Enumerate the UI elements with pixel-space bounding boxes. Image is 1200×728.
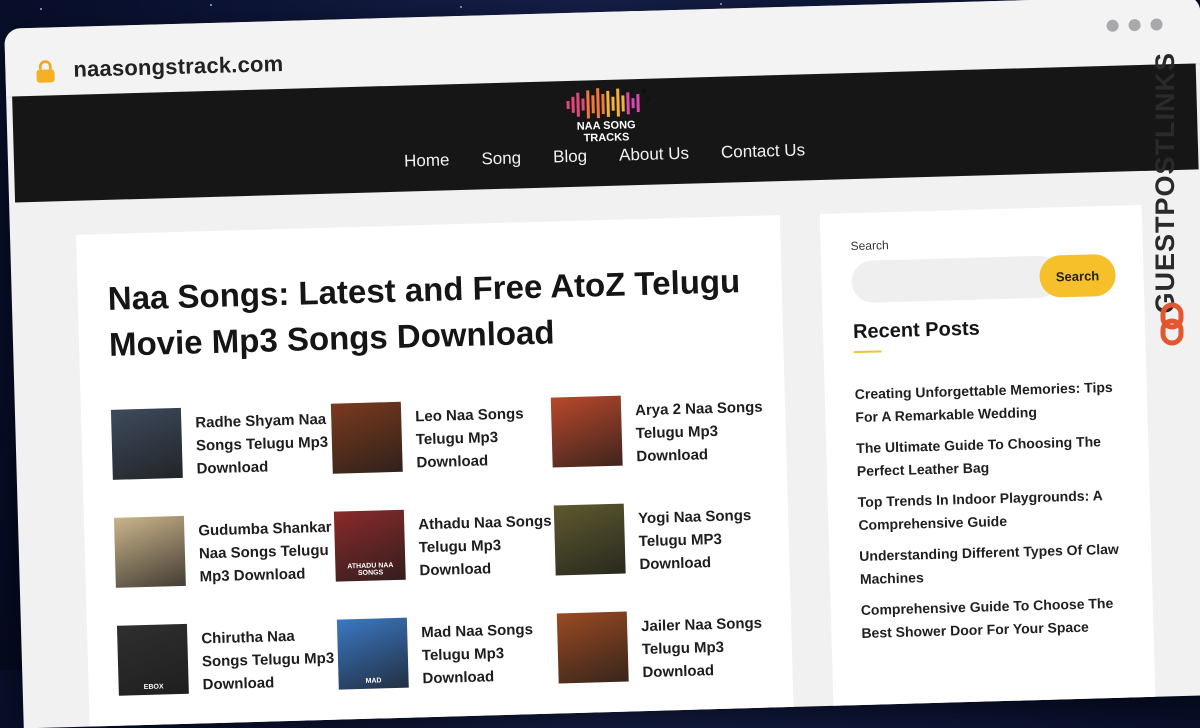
- thumbnail-label: ATHADU NAA SONGS: [347, 562, 394, 578]
- address-bar-url[interactable]: naasongstrack.com: [73, 51, 284, 83]
- post-title-link[interactable]: Athadu Naa Songs Telugu Mp3 Download: [418, 510, 556, 583]
- site-logo[interactable]: NAA SONG TRACKS: [558, 85, 654, 148]
- nav-blog[interactable]: Blog: [553, 146, 588, 167]
- recent-posts-list: Creating Unforgettable Memories: Tips Fo…: [854, 376, 1131, 653]
- post-item[interactable]: Yogi Naa Songs Telugu MP3 Download: [553, 499, 776, 591]
- post-thumbnail[interactable]: [113, 515, 186, 588]
- search-input[interactable]: [851, 255, 1061, 304]
- watermark: GUESTPOSTLINKS: [1150, 52, 1196, 362]
- post-thumbnail[interactable]: [553, 503, 626, 576]
- recent-post-link[interactable]: Top Trends In Indoor Playgrounds: A Comp…: [857, 484, 1128, 538]
- recent-posts-title: Recent Posts: [852, 317, 981, 344]
- sidebar: Search Search Recent Posts Creating Unfo…: [819, 205, 1156, 714]
- post-thumbnail[interactable]: [110, 407, 183, 480]
- post-title-link[interactable]: Gudumba Shankar Naa Songs Telugu Mp3 Dow…: [198, 516, 336, 589]
- post-thumbnail[interactable]: [550, 395, 623, 468]
- post-title-link[interactable]: Yogi Naa Songs Telugu MP3 Download: [638, 503, 776, 576]
- post-thumbnail[interactable]: MAD: [336, 617, 409, 690]
- nav-song[interactable]: Song: [481, 148, 521, 169]
- post-item[interactable]: ATHADU NAA SONGS Athadu Naa Songs Telugu …: [333, 506, 556, 598]
- post-item[interactable]: Leo Naa Songs Telugu Mp3 Download: [330, 398, 553, 490]
- lock-icon: [36, 60, 55, 83]
- post-title-link[interactable]: Mad Naa Songs Telugu Mp3 Download: [421, 617, 559, 690]
- post-thumbnail[interactable]: EBOX: [116, 623, 189, 696]
- recent-post-link[interactable]: Creating Unforgettable Memories: Tips Fo…: [854, 376, 1125, 430]
- logo-text: NAA SONG TRACKS: [559, 119, 654, 146]
- post-grid: Radhe Shyam Naa Songs Telugu Mp3 Downloa…: [110, 391, 779, 712]
- window-dot[interactable]: [1150, 18, 1163, 31]
- nav-contact-us[interactable]: Contact Us: [721, 140, 806, 162]
- post-thumbnail[interactable]: ATHADU NAA SONGS: [333, 509, 406, 582]
- recent-post-link[interactable]: Understanding Different Types Of Claw Ma…: [859, 537, 1130, 591]
- recent-post-link[interactable]: Comprehensive Guide To Choose The Best S…: [860, 591, 1131, 645]
- post-title-link[interactable]: Chirutha Naa Songs Telugu Mp3 Download: [201, 624, 339, 697]
- post-title-link[interactable]: Leo Naa Songs Telugu Mp3 Download: [415, 402, 553, 475]
- window-controls: [1106, 18, 1163, 32]
- post-title-link[interactable]: Radhe Shyam Naa Songs Telugu Mp3 Downloa…: [195, 408, 333, 481]
- browser-window: naasongstrack.com NAA SONG TRACKS Home S…: [4, 0, 1200, 728]
- sound-wave-icon: [566, 88, 651, 119]
- post-item[interactable]: Radhe Shyam Naa Songs Telugu Mp3 Downloa…: [110, 404, 333, 496]
- nav-home[interactable]: Home: [404, 150, 450, 171]
- recent-post-link[interactable]: The Ultimate Guide To Choosing The Perfe…: [856, 430, 1127, 484]
- thumbnail-label: EBOX: [143, 683, 164, 692]
- window-dot[interactable]: [1128, 18, 1141, 32]
- post-thumbnail[interactable]: [330, 401, 403, 474]
- post-item[interactable]: Gudumba Shankar Naa Songs Telugu Mp3 Dow…: [113, 512, 336, 604]
- post-title-link[interactable]: Arya 2 Naa Songs Telugu Mp3 Download: [635, 395, 773, 468]
- title-underline: [853, 350, 882, 354]
- link-icon: [1160, 302, 1184, 346]
- search-button[interactable]: Search: [1038, 253, 1117, 298]
- post-item[interactable]: EBOX Chirutha Naa Songs Telugu Mp3 Downlo…: [116, 620, 339, 712]
- main-nav: Home Song Blog About Us Contact Us: [404, 140, 806, 171]
- post-title-link[interactable]: Jailer Naa Songs Telugu Mp3 Download: [641, 611, 779, 684]
- main-content: Naa Songs: Latest and Free AtoZ Telugu M…: [76, 215, 794, 728]
- window-dot[interactable]: [1106, 19, 1119, 32]
- post-item[interactable]: Jailer Naa Songs Telugu Mp3 Download: [556, 607, 779, 699]
- logo-line: TRACKS: [583, 131, 630, 145]
- post-thumbnail[interactable]: [556, 611, 629, 684]
- watermark-text: GUESTPOSTLINKS: [1150, 52, 1180, 314]
- nav-about-us[interactable]: About Us: [619, 144, 689, 166]
- post-item[interactable]: Arya 2 Naa Songs Telugu Mp3 Download: [550, 391, 773, 483]
- thumbnail-label: MAD: [365, 677, 382, 685]
- post-item[interactable]: MAD Mad Naa Songs Telugu Mp3 Download: [336, 613, 559, 705]
- search-label: Search: [850, 238, 889, 254]
- page-title: Naa Songs: Latest and Free AtoZ Telugu M…: [107, 262, 741, 363]
